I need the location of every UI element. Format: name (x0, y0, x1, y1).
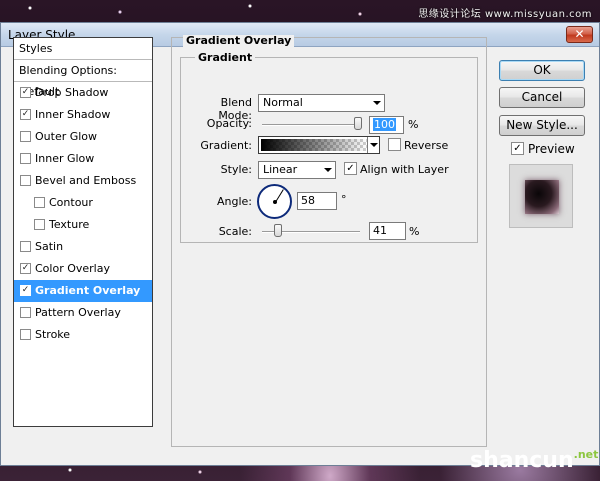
gradient-label: Gradient: (200, 139, 252, 152)
style-preview (509, 164, 573, 228)
opacity-input[interactable]: 100 (369, 116, 404, 134)
opacity-label: Opacity: (206, 117, 252, 130)
style-item-drop-shadow[interactable]: ✓ Drop Shadow (14, 82, 152, 104)
scale-slider-thumb[interactable] (274, 224, 282, 237)
style-item-satin[interactable]: Satin (14, 236, 152, 258)
gradient-preview[interactable] (261, 139, 367, 151)
gradient-picker[interactable] (258, 136, 380, 154)
preview-thumbnail (525, 180, 559, 214)
checkbox-icon[interactable] (20, 131, 31, 142)
scale-input[interactable]: 41 (369, 222, 406, 240)
style-item-stroke[interactable]: Stroke (14, 324, 152, 346)
style-item-bevel-and-emboss[interactable]: Bevel and Emboss (14, 170, 152, 192)
style-item-label: Texture (49, 218, 90, 231)
scale-label: Scale: (218, 225, 252, 238)
ok-button[interactable]: OK (499, 60, 585, 81)
subgroup-title: Gradient (195, 52, 256, 64)
style-item-label: Drop Shadow (35, 86, 109, 99)
style-item-label: Contour (49, 196, 93, 209)
preview-label: Preview (528, 142, 575, 156)
angle-input[interactable]: 58 (297, 192, 337, 210)
group-title: Gradient Overlay (183, 35, 295, 47)
logo-suffix: .net (573, 448, 599, 461)
checkbox-icon[interactable] (34, 197, 45, 208)
align-with-layer-checkbox[interactable]: ✓ (344, 162, 357, 175)
angle-dial[interactable] (257, 184, 292, 219)
scale-value: 41 (373, 224, 387, 237)
opacity-value: 100 (373, 118, 396, 131)
style-item-color-overlay[interactable]: ✓ Color Overlay (14, 258, 152, 280)
checkbox-icon[interactable] (20, 329, 31, 340)
style-item-inner-glow[interactable]: Inner Glow (14, 148, 152, 170)
style-item-label: Inner Glow (35, 152, 95, 165)
angle-label: Angle: (216, 195, 252, 208)
reverse-checkbox[interactable] (388, 138, 401, 151)
close-button[interactable]: ✕ (566, 26, 593, 43)
blend-mode-value: Normal (263, 96, 303, 109)
reverse-label: Reverse (404, 139, 449, 152)
style-item-label: Pattern Overlay (35, 306, 121, 319)
style-item-pattern-overlay[interactable]: Pattern Overlay (14, 302, 152, 324)
opacity-slider[interactable] (262, 124, 362, 126)
logo-text: shancun (470, 448, 574, 473)
styles-header[interactable]: Styles (14, 38, 152, 60)
chevron-down-icon (373, 101, 381, 105)
checkbox-icon[interactable] (20, 175, 31, 186)
ok-button-label: OK (533, 63, 551, 77)
style-item-label: Outer Glow (35, 130, 98, 143)
checkbox-icon[interactable]: ✓ (20, 109, 31, 120)
watermark-text: 思缘设计论坛 www.missyuan.com (418, 9, 592, 20)
style-item-contour[interactable]: Contour (14, 192, 152, 214)
blend-mode-select[interactable]: Normal (258, 94, 385, 112)
checkbox-icon[interactable]: ✓ (20, 87, 31, 98)
style-item-gradient-overlay[interactable]: ✓ Gradient Overlay (14, 280, 152, 302)
angle-unit: ° (341, 193, 347, 206)
styles-header-label: Styles (19, 42, 53, 55)
styles-list: Styles Blending Options: Default ✓ Drop S… (13, 37, 153, 427)
style-value: Linear (263, 163, 298, 176)
checkbox-icon[interactable]: ✓ (20, 263, 31, 274)
chevron-down-icon (370, 143, 378, 147)
style-item-label: Bevel and Emboss (35, 174, 137, 187)
style-item-label: Satin (35, 240, 64, 253)
style-item-label: Stroke (35, 328, 71, 341)
opacity-slider-thumb[interactable] (354, 117, 362, 130)
site-logo: shancun.net (470, 448, 598, 473)
align-with-layer-label: Align with Layer (360, 163, 449, 176)
new-style-button-label: New Style... (506, 118, 578, 132)
style-item-outer-glow[interactable]: Outer Glow (14, 126, 152, 148)
opacity-unit: % (408, 118, 419, 131)
style-item-inner-shadow[interactable]: ✓ Inner Shadow (14, 104, 152, 126)
style-label: Style: (220, 163, 252, 176)
checkbox-icon[interactable] (34, 219, 45, 230)
new-style-button[interactable]: New Style... (499, 115, 585, 136)
angle-center-dot (273, 200, 277, 204)
blending-options-item[interactable]: Blending Options: Default (14, 60, 152, 98)
checkbox-icon[interactable] (20, 241, 31, 252)
scale-unit: % (409, 225, 420, 238)
chevron-down-icon (324, 168, 332, 172)
close-icon: ✕ (574, 27, 585, 41)
style-item-label: Inner Shadow (35, 108, 111, 121)
angle-value: 58 (301, 194, 315, 207)
style-item-label: Color Overlay (35, 262, 110, 275)
cancel-button-label: Cancel (521, 90, 563, 104)
style-select[interactable]: Linear (258, 161, 336, 179)
style-item-texture[interactable]: Texture (14, 214, 152, 236)
cancel-button[interactable]: Cancel (499, 87, 585, 108)
preview-checkbox[interactable]: ✓ (511, 142, 524, 155)
checkbox-icon[interactable] (20, 307, 31, 318)
gradient-dropdown[interactable] (367, 137, 379, 153)
checkbox-icon[interactable]: ✓ (20, 285, 31, 296)
checkbox-icon[interactable] (20, 153, 31, 164)
style-item-label: Gradient Overlay (35, 284, 141, 297)
